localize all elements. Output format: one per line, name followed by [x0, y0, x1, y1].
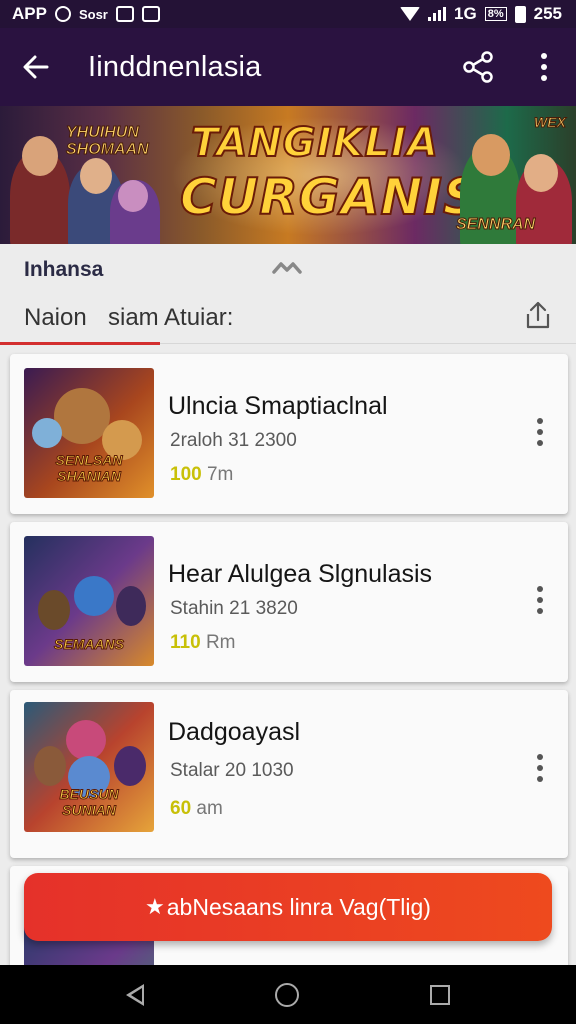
share-icon [463, 51, 493, 83]
game-thumbnail: BEUSUN SUNIAN [24, 702, 154, 832]
share-button[interactable] [456, 45, 500, 89]
card-more-button[interactable] [528, 582, 552, 618]
battery-icon [514, 5, 526, 23]
card-title: Ulncia Smaptiaclnal [168, 392, 388, 420]
page-title: Iinddnenlasia [88, 50, 262, 83]
card-subtitle: Stalar 20 1030 [170, 760, 294, 781]
tab-bar: Naion siam Atuiar: [0, 292, 576, 345]
banner-character-head [118, 180, 148, 212]
dot-icon [541, 75, 547, 81]
list-item[interactable]: BEUSUN SUNIAN Dadgoayasl Stalar 20 1030 … [10, 690, 568, 858]
clock-icon [54, 6, 71, 22]
thumbnail-character [34, 746, 66, 786]
dot-icon [537, 608, 543, 614]
card-subtitle: Stahin 21 3820 [170, 598, 298, 619]
banner-character-head [80, 158, 112, 194]
card-meta: 60 am [170, 798, 223, 820]
card-meta-unit: am [196, 798, 223, 819]
app-bar: Iinddnenlasia [0, 28, 576, 106]
banner-title-line2: CURGANIS [179, 167, 480, 227]
list-item[interactable]: SEMAANS Hear Alulgea Slgnulasis Stahin 2… [10, 522, 568, 682]
export-icon[interactable] [524, 300, 552, 330]
card-more-button[interactable] [528, 750, 552, 786]
dot-icon [537, 418, 543, 424]
dot-icon [537, 586, 543, 592]
card-meta-unit: 7m [206, 464, 234, 485]
dot-icon [537, 765, 543, 771]
card-title: Hear Alulgea Slgnulasis [168, 560, 433, 588]
back-button[interactable] [14, 45, 58, 89]
nav-home-icon[interactable] [274, 982, 299, 1007]
network-type: 1G [454, 4, 477, 23]
status-bar: APP Sosr 1G 8% 255 [0, 0, 576, 28]
dot-icon [537, 597, 543, 603]
thumbnail-character [114, 746, 146, 786]
banner-right-tag: SENNRAN [455, 216, 536, 234]
thumbnail-character [66, 720, 106, 760]
card-meta-value: 60 [170, 798, 192, 819]
media-icon [141, 6, 160, 22]
game-thumbnail: SEMAANS [24, 536, 154, 666]
banner-character-head [472, 134, 510, 176]
overflow-menu-button[interactable] [522, 45, 566, 89]
status-left-extra: Sosr [78, 6, 108, 22]
dot-icon [541, 53, 547, 59]
banner-left-tag: YHUIHUN SHOMAAN [66, 124, 150, 159]
dot-icon [537, 776, 543, 782]
signal-icon [428, 7, 447, 21]
notification-icon [115, 6, 134, 22]
tab-second[interactable]: siam Atuiar: [108, 304, 233, 332]
status-left-text: APP [12, 4, 47, 23]
thumbnail-character [32, 418, 62, 448]
banner-title-line1: TANGIKLIA [190, 119, 439, 167]
card-meta: 110 Rm [170, 632, 236, 654]
card-meta-value: 100 [170, 464, 202, 485]
tab-indicator [0, 342, 160, 345]
section-title: Inhansa [24, 258, 104, 281]
system-nav-bar [0, 965, 576, 1024]
star-icon: ★ [145, 894, 165, 919]
thumbnail-label: SEMAANS [53, 636, 124, 653]
primary-action-button[interactable]: ★ abNesaans linra Vag(Tlig) [24, 873, 552, 941]
tab-first[interactable]: Naion [24, 304, 87, 332]
thumbnail-character [74, 576, 114, 616]
nav-recents-icon[interactable] [430, 984, 451, 1005]
banner-corner-tag: WEX [534, 114, 567, 131]
card-meta-unit: Rm [205, 632, 236, 653]
game-thumbnail: SENLSAN SHANIAN [24, 368, 154, 498]
dot-icon [541, 64, 547, 70]
thumbnail-character [38, 590, 70, 630]
dot-icon [537, 440, 543, 446]
chevron-up-icon[interactable] [272, 258, 302, 278]
thumbnail-character [116, 586, 146, 626]
card-subtitle: 2raloh 31 2300 [170, 430, 297, 451]
arrow-left-icon [23, 55, 49, 79]
list-item[interactable]: SENLSAN SHANIAN Ulncia Smaptiaclnal 2ral… [10, 354, 568, 514]
card-meta-value: 110 [170, 632, 201, 653]
battery-label: 8% [484, 7, 507, 21]
thumbnail-label: BEUSUN SUNIAN [59, 786, 119, 819]
wifi-icon [400, 7, 421, 21]
card-more-button[interactable] [528, 414, 552, 450]
dot-icon [537, 754, 543, 760]
dot-icon [537, 429, 543, 435]
primary-action-label: abNesaans linra Vag(Tlig) [166, 893, 431, 920]
thumbnail-label: SENLSAN SHANIAN [55, 452, 123, 485]
hero-banner[interactable]: YHUIHUN SHOMAAN TANGIKLIA CURGANIS SENNR… [0, 106, 576, 244]
banner-character-head [22, 136, 58, 176]
card-title: Dadgoayasl [168, 718, 301, 746]
nav-back-icon[interactable] [125, 983, 144, 1006]
banner-character-head [524, 154, 558, 192]
status-time: 255 [533, 4, 562, 23]
card-meta: 100 7m [170, 464, 233, 486]
